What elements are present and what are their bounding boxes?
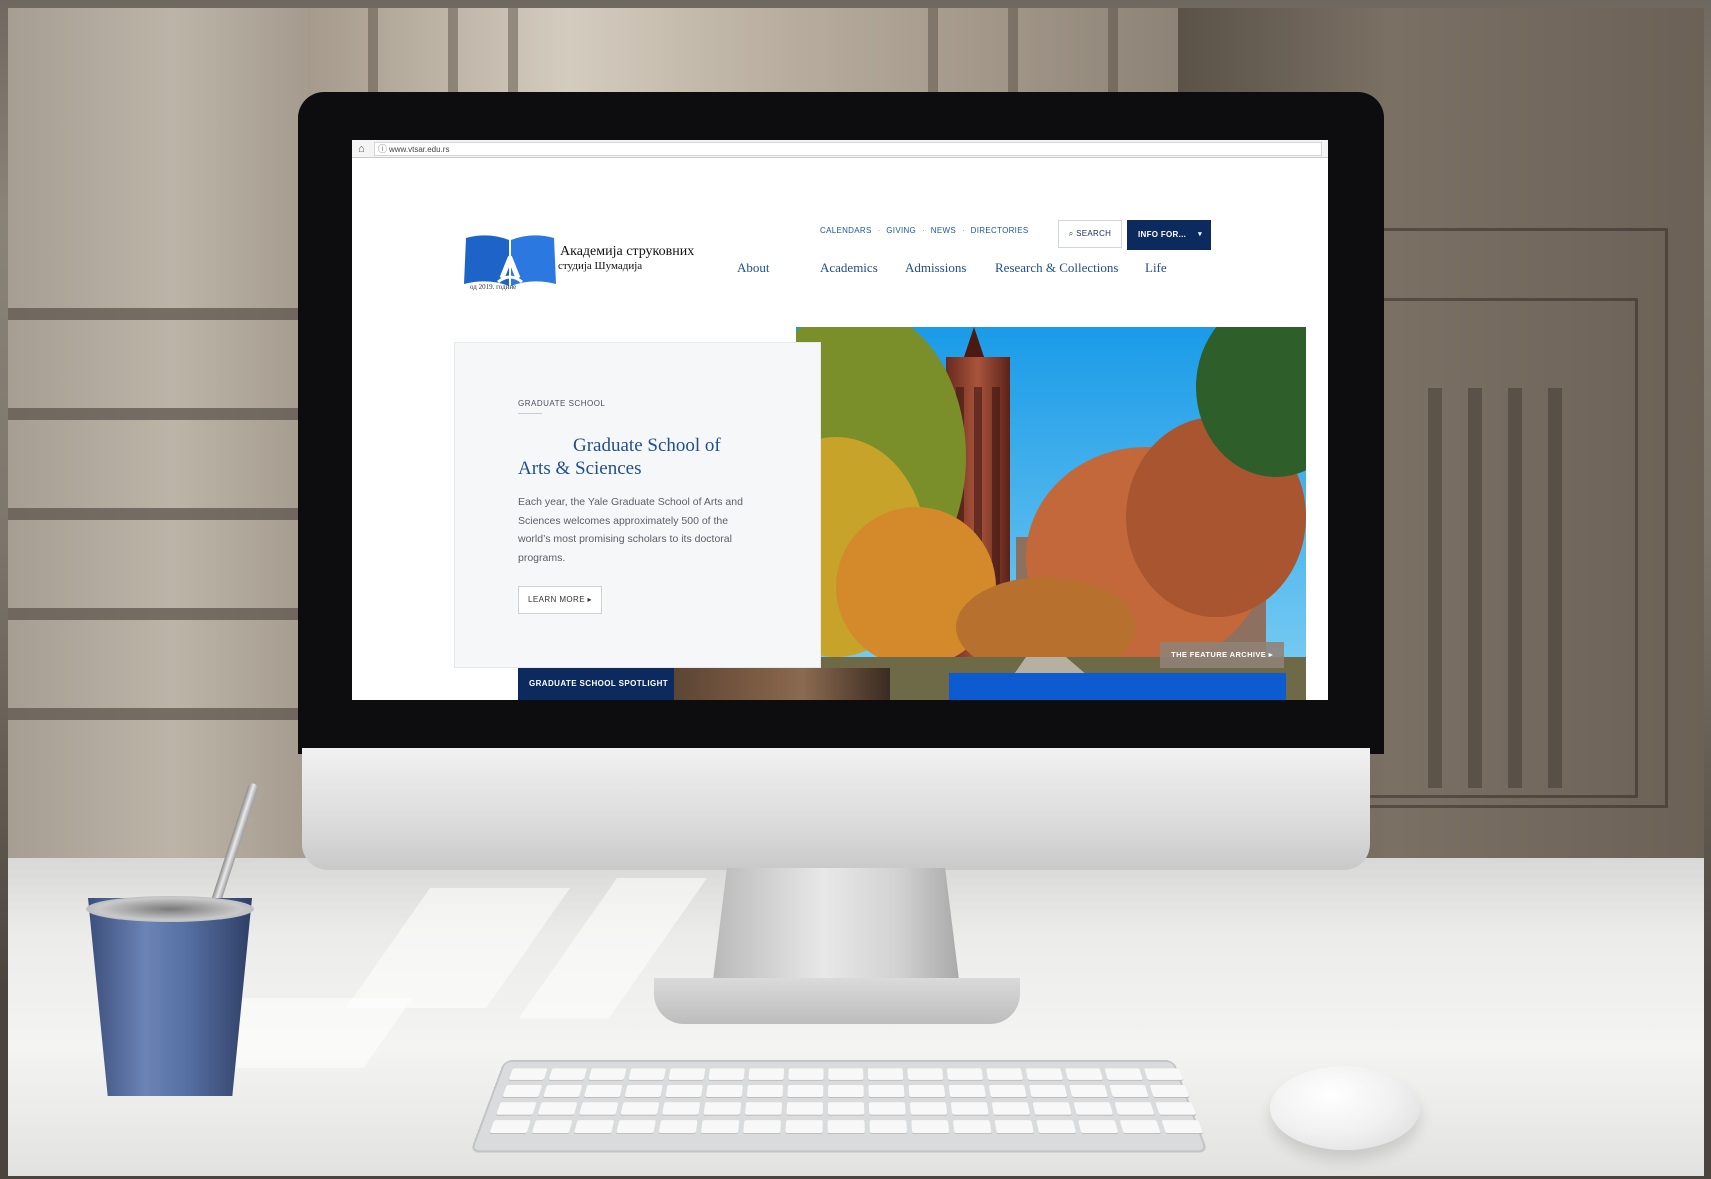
utility-link-calendars[interactable]: CALENDARS xyxy=(820,226,872,235)
info-for-label: INFO FOR... xyxy=(1138,230,1187,239)
accent-bar xyxy=(949,673,1286,700)
monitor-stand xyxy=(712,868,960,988)
utility-link-giving[interactable]: GIVING xyxy=(886,226,916,235)
info-icon[interactable]: ⓘ xyxy=(378,143,387,155)
info-for-button[interactable]: INFO FOR... ▾ xyxy=(1127,220,1211,250)
logo-book-icon[interactable] xyxy=(462,232,558,290)
home-icon[interactable]: ⌂ xyxy=(358,143,370,155)
nav-item-academics[interactable]: Academics xyxy=(820,260,878,276)
keyboard xyxy=(469,1060,1209,1153)
logo-year: од 2019. године xyxy=(470,283,517,291)
browser-address-bar: ⌂ ⓘ www.vtsar.edu.rs xyxy=(352,140,1328,158)
logo-title[interactable]: Академија струковних xyxy=(560,244,694,260)
hero-eyebrow: GRADUATE SCHOOL xyxy=(518,399,606,408)
search-label: SEARCH xyxy=(1076,229,1112,238)
utility-link-directories[interactable]: DIRECTORIES xyxy=(971,226,1029,235)
url-text: www.vtsar.edu.rs xyxy=(389,145,450,154)
cup-rim xyxy=(86,896,254,922)
utility-nav: CALENDARS · GIVING · NEWS · DIRECTORIES xyxy=(820,226,1028,235)
search-button[interactable]: ⌕ SEARCH xyxy=(1058,220,1122,248)
hero-body-text: Each year, the Yale Graduate School of A… xyxy=(518,496,743,564)
monitor-stand-base xyxy=(654,978,1020,1024)
utility-separator: · xyxy=(877,226,881,235)
graduate-school-spotlight-tab[interactable]: GRADUATE SCHOOL SPOTLIGHT xyxy=(518,668,674,700)
utility-link-news[interactable]: NEWS xyxy=(931,226,956,235)
hero-card: GRADUATE SCHOOL Graduate School of Arts … xyxy=(454,342,821,668)
spotlight-thumbnail-strip xyxy=(674,668,890,700)
utility-separator: · xyxy=(961,226,965,235)
nav-item-life[interactable]: Life xyxy=(1145,260,1167,276)
eyebrow-divider xyxy=(518,413,542,414)
search-icon: ⌕ xyxy=(1068,229,1074,238)
blue-cup xyxy=(88,898,252,1096)
hero-heading-line1: Graduate School of xyxy=(573,435,721,456)
logo-subtitle[interactable]: студија Шумадија xyxy=(558,260,642,272)
main-nav: About Academics Admissions Research & Co… xyxy=(737,260,1167,280)
learn-more-button[interactable]: LEARN MORE ▸ xyxy=(518,586,602,614)
utility-separator: · xyxy=(922,226,925,235)
url-field[interactable]: ⓘ www.vtsar.edu.rs xyxy=(374,142,1322,156)
nav-item-research-collections[interactable]: Research & Collections xyxy=(995,260,1118,276)
nav-item-about[interactable]: About xyxy=(737,260,770,276)
feature-archive-button[interactable]: THE FEATURE ARCHIVE ▸ xyxy=(1160,642,1284,668)
monitor-chin xyxy=(302,748,1370,870)
screen: ⌂ ⓘ www.vtsar.edu.rs од 2019. године Ака… xyxy=(352,140,1328,700)
background-door xyxy=(308,8,1178,98)
nav-item-admissions[interactable]: Admissions xyxy=(905,260,966,276)
caret-down-icon: ▾ xyxy=(1198,231,1202,238)
mouse xyxy=(1270,1066,1420,1150)
background-wall-left xyxy=(8,8,308,858)
hero-heading-line2: Arts & Sciences xyxy=(518,458,642,479)
